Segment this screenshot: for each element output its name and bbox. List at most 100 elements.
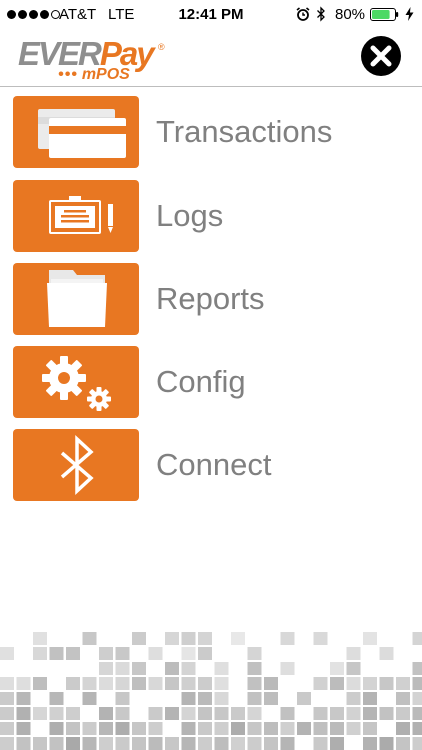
menu-item-transactions[interactable]: Transactions [0,96,422,168]
logo-mpos-text: mPOS [81,66,130,83]
footer-pixel [247,692,262,705]
footer-pixel [330,662,344,675]
menu-label-transactions: Transactions [156,114,333,149]
footer-pixel [132,737,146,750]
menu-tile [13,346,139,418]
footer-pixel [247,707,262,720]
gears-icon [42,356,111,411]
footer-pixel [148,647,163,660]
footer-pixel [264,677,278,690]
footer-pixel [115,692,130,705]
logo-dots: ••• [58,66,78,83]
footer-pixel [297,692,311,705]
footer-pixel [82,737,97,750]
footer-pixel [412,662,422,675]
charging-icon [405,7,414,21]
menu-item-reports[interactable]: Reports [0,263,422,335]
footer-pixel [181,632,196,645]
footer-pixel [346,677,361,690]
menu-tile [13,180,139,252]
footer-pixel [379,677,394,690]
footer-pixel [148,722,163,735]
status-bar: AT&T LTE 12:41 PM 80% [0,0,422,30]
footer-pixel [82,677,97,690]
footer-pixel [231,722,245,735]
footer-pixel [66,722,80,735]
footer-pixel [82,692,97,705]
footer-pixel [396,737,410,750]
footer-pixel [198,632,212,645]
footer-pixel [0,737,14,750]
footer-pixel [280,737,295,750]
footer-pixel [214,737,229,750]
menu-item-logs[interactable]: Logs [0,180,422,252]
footer-pixel [346,722,361,735]
footer-pixel [165,677,179,690]
footer-pixel [99,707,113,720]
footer-pixel [148,737,163,750]
footer-pixel [16,692,31,705]
close-button[interactable] [361,36,401,76]
footer-pixel [49,692,64,705]
footer-pixel [363,677,377,690]
footer-pixel [330,737,344,750]
menu-item-config[interactable]: Config [0,346,422,418]
footer-pixel [198,692,212,705]
footer-pixel [165,737,179,750]
footer-pixel [148,677,163,690]
bluetooth-icon [317,6,325,22]
footer-pixel [412,632,422,645]
app-header: EVERPay ® ••• mPOS [0,30,422,87]
footer-pixel [16,707,31,720]
footer-pixel [264,722,278,735]
footer-pixel [313,632,328,645]
footer-pixel [247,722,262,735]
footer-pixel [66,677,80,690]
menu-label-config: Config [156,364,246,399]
footer-pixel [165,632,179,645]
footer-pixel [280,722,295,735]
footer-pixel [181,677,196,690]
menu-tile [13,96,139,168]
footer-pixel [132,677,146,690]
footer-pixel [132,662,146,675]
footer-pixel [165,707,179,720]
footer-pixel [198,722,212,735]
footer-pixel [412,707,422,720]
footer-pixel [346,662,361,675]
footer-pixel [165,662,179,675]
bluetooth-icon [60,434,94,496]
footer-pixel [115,737,130,750]
footer-pixel [0,677,14,690]
footer-pixel [297,722,311,735]
footer-pixel [264,737,278,750]
footer-pixel [33,632,47,645]
battery-percent: 80% [335,6,366,23]
footer-pixel [247,662,262,675]
footer-pixel [379,707,394,720]
footer-pixel [396,707,410,720]
footer-pixel [33,737,47,750]
footer-pixel-pattern [0,632,422,750]
footer-pixel [0,707,14,720]
footer-pixel [313,722,328,735]
footer-pixel [313,677,328,690]
footer-pixel [66,737,80,750]
footer-pixel [49,647,64,660]
footer-pixel [379,737,394,750]
menu-item-connect[interactable]: Connect [0,429,422,501]
footer-pixel [346,707,361,720]
footer-pixel [214,662,229,675]
menu-tile [13,263,139,335]
footer-pixel [280,662,295,675]
footer-pixel [363,632,377,645]
footer-pixel [396,722,410,735]
logo-registered-mark: ® [158,42,165,52]
battery-fill [372,10,390,19]
menu-tile [13,429,139,501]
footer-pixel [99,662,113,675]
footer-pixel [231,632,245,645]
footer-pixel [280,707,295,720]
footer-pixel [82,632,97,645]
menu-label-connect: Connect [156,447,272,482]
